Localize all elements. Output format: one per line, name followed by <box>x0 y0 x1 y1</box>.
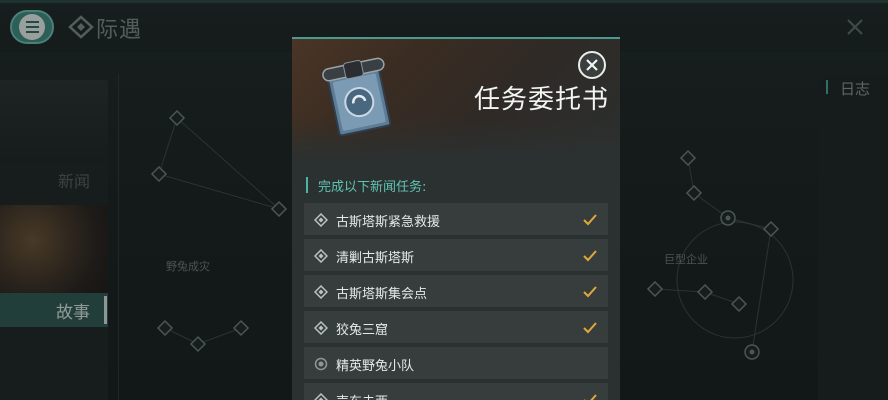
task-item[interactable]: 古斯塔斯紧急救援 <box>304 203 608 236</box>
dialog-subtitle: 完成以下新闻任务: <box>318 180 427 195</box>
diamond-icon <box>314 249 328 263</box>
checkmark-icon <box>583 250 597 262</box>
diamond-icon <box>314 285 328 299</box>
task-item[interactable]: 清剿古斯塔斯 <box>304 239 608 272</box>
checkmark-icon <box>583 214 597 226</box>
task-label: 狡兔三窟 <box>336 323 389 338</box>
subtitle-indicator <box>306 177 308 193</box>
task-item[interactable]: 声东击西 <box>304 383 608 400</box>
diamond-icon <box>314 393 328 400</box>
task-item[interactable]: 精英野兔小队 <box>304 347 608 380</box>
task-item[interactable]: 狡兔三窟 <box>304 311 608 344</box>
task-item[interactable]: 古斯塔斯集会点 <box>304 275 608 308</box>
task-list: 古斯塔斯紧急救援 清剿古斯塔斯 古斯塔斯集会点 狡兔三窟 精英野兔小队 声东击西 <box>304 203 608 400</box>
checkmark-icon <box>583 322 597 334</box>
task-label: 古斯塔斯集会点 <box>336 287 428 302</box>
dialog-title: 任务委托书 <box>474 85 610 115</box>
close-circle-icon <box>586 59 598 71</box>
mission-dialog: 任务委托书 完成以下新闻任务: 古斯塔斯紧急救援 清剿古斯塔斯 古斯塔斯集会点 … <box>292 37 620 400</box>
task-label: 古斯塔斯紧急救援 <box>336 215 441 230</box>
diamond-icon <box>314 213 328 227</box>
task-label: 清剿古斯塔斯 <box>336 251 415 266</box>
diamond-icon <box>314 321 328 335</box>
checkmark-icon <box>584 394 597 400</box>
dialog-close-button[interactable] <box>578 51 606 79</box>
scroll-icon <box>322 57 392 137</box>
checkmark-icon <box>583 286 597 298</box>
task-label: 精英野兔小队 <box>336 359 415 374</box>
task-label: 声东击西 <box>336 391 388 400</box>
circle-target-icon <box>314 357 328 371</box>
